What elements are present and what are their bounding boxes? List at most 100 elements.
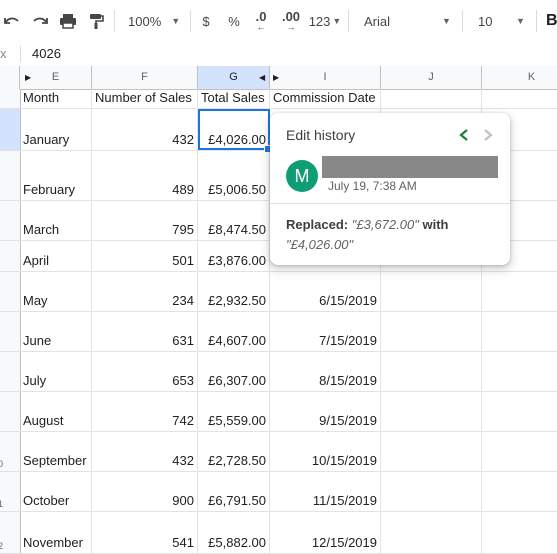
- sales-cell[interactable]: 631: [92, 312, 198, 351]
- previous-edit-button[interactable]: [454, 125, 474, 145]
- row-header[interactable]: [0, 312, 20, 352]
- date-cell[interactable]: 11/15/2019: [270, 472, 381, 511]
- cell[interactable]: [381, 89, 482, 108]
- column-header-f[interactable]: F: [92, 66, 198, 89]
- sales-cell[interactable]: 900: [92, 472, 198, 511]
- row-header[interactable]: [0, 272, 20, 312]
- date-cell[interactable]: 8/15/2019: [270, 352, 381, 391]
- row-header[interactable]: [0, 201, 20, 241]
- total-cell[interactable]: £2,728.50: [198, 432, 270, 471]
- column-header-k[interactable]: K: [482, 66, 557, 89]
- cell[interactable]: [381, 472, 482, 511]
- column-header-j[interactable]: J: [381, 66, 482, 89]
- cell[interactable]: [482, 272, 557, 311]
- row-header[interactable]: 0: [0, 432, 20, 472]
- font-size-select[interactable]: 10 ▼: [470, 0, 534, 42]
- row-header[interactable]: [0, 89, 20, 109]
- sales-cell[interactable]: 432: [92, 432, 198, 471]
- row-header[interactable]: [0, 109, 20, 151]
- row-header[interactable]: [0, 151, 20, 201]
- row-header[interactable]: [0, 392, 20, 432]
- percent-format-button[interactable]: %: [224, 0, 244, 42]
- row-header[interactable]: [0, 241, 20, 272]
- redo-button[interactable]: [28, 0, 52, 42]
- sales-cell[interactable]: 489: [92, 151, 198, 200]
- sales-cell[interactable]: 432: [92, 109, 198, 150]
- date-cell[interactable]: 10/15/2019: [270, 432, 381, 471]
- cell-value: May: [23, 293, 48, 308]
- cell[interactable]: [482, 392, 557, 431]
- total-cell[interactable]: £2,932.50: [198, 272, 270, 311]
- month-cell[interactable]: June: [20, 312, 92, 351]
- cell[interactable]: [482, 89, 557, 108]
- currency-format-button[interactable]: $: [196, 0, 216, 42]
- cell-value: 12/15/2019: [311, 535, 377, 550]
- row-header[interactable]: 2: [0, 512, 20, 554]
- cell[interactable]: [381, 352, 482, 391]
- cell[interactable]: Month: [20, 89, 92, 108]
- decrease-decimal-button[interactable]: .0 ←: [250, 0, 272, 42]
- sales-cell[interactable]: 653: [92, 352, 198, 391]
- column-header-i[interactable]: I: [270, 66, 381, 89]
- more-formats-button[interactable]: 123 ▼: [308, 0, 342, 42]
- sales-cell[interactable]: 541: [92, 512, 198, 553]
- month-cell[interactable]: October: [20, 472, 92, 511]
- date-cell[interactable]: 9/15/2019: [270, 392, 381, 431]
- month-cell[interactable]: February: [20, 151, 92, 200]
- font-family-select[interactable]: Arial ▼: [356, 0, 456, 42]
- column-header-e[interactable]: E: [20, 66, 92, 89]
- row-header[interactable]: 1: [0, 472, 20, 512]
- sales-cell[interactable]: 501: [92, 241, 198, 271]
- cell[interactable]: Total Sales: [198, 89, 270, 108]
- sales-cell[interactable]: 795: [92, 201, 198, 240]
- month-cell[interactable]: April: [20, 241, 92, 271]
- cell[interactable]: Number of Sales: [92, 89, 198, 108]
- month-cell[interactable]: September: [20, 432, 92, 471]
- cell[interactable]: [381, 312, 482, 351]
- header-month: Month: [23, 90, 60, 105]
- total-cell[interactable]: £6,307.00: [198, 352, 270, 391]
- paint-format-button[interactable]: [84, 0, 108, 42]
- increase-decimal-button[interactable]: .00 →: [278, 0, 304, 42]
- total-cell[interactable]: £3,876.00: [198, 241, 270, 271]
- date-cell[interactable]: 12/15/2019: [270, 512, 381, 553]
- cell[interactable]: [381, 432, 482, 471]
- cell[interactable]: [381, 512, 482, 553]
- select-all-corner[interactable]: [0, 66, 20, 89]
- cell[interactable]: [482, 472, 557, 511]
- cell[interactable]: [381, 392, 482, 431]
- total-cell[interactable]: £5,882.00: [198, 512, 270, 553]
- total-cell[interactable]: £6,791.50: [198, 472, 270, 511]
- sales-cell[interactable]: 234: [92, 272, 198, 311]
- cell[interactable]: [381, 272, 482, 311]
- close-icon[interactable]: x: [0, 42, 7, 66]
- date-cell[interactable]: 6/15/2019: [270, 272, 381, 311]
- month-cell[interactable]: July: [20, 352, 92, 391]
- month-cell[interactable]: March: [20, 201, 92, 240]
- hidden-column-arrow-icon[interactable]: ◀: [259, 66, 265, 89]
- total-cell[interactable]: £8,474.50: [198, 201, 270, 240]
- cell[interactable]: [482, 312, 557, 351]
- row-header[interactable]: [0, 352, 20, 392]
- next-edit-button[interactable]: [478, 125, 498, 145]
- total-cell[interactable]: £4,607.00: [198, 312, 270, 351]
- bold-button[interactable]: B: [546, 0, 557, 42]
- formula-input[interactable]: 4026: [32, 42, 61, 66]
- month-cell[interactable]: January: [20, 109, 92, 150]
- sales-cell[interactable]: 742: [92, 392, 198, 431]
- total-cell[interactable]: £5,006.50: [198, 151, 270, 200]
- cell[interactable]: [482, 512, 557, 553]
- cell[interactable]: [482, 352, 557, 391]
- month-cell[interactable]: November: [20, 512, 92, 553]
- undo-button[interactable]: [0, 0, 24, 42]
- cell-value: £8,474.50: [208, 222, 266, 237]
- cell[interactable]: Commission Date: [270, 89, 381, 108]
- active-cell[interactable]: £4,026.00: [198, 109, 272, 153]
- month-cell[interactable]: May: [20, 272, 92, 311]
- date-cell[interactable]: 7/15/2019: [270, 312, 381, 351]
- cell[interactable]: [482, 432, 557, 471]
- zoom-select[interactable]: 100% ▼: [122, 0, 184, 42]
- print-button[interactable]: [56, 0, 80, 42]
- total-cell[interactable]: £5,559.00: [198, 392, 270, 431]
- month-cell[interactable]: August: [20, 392, 92, 431]
